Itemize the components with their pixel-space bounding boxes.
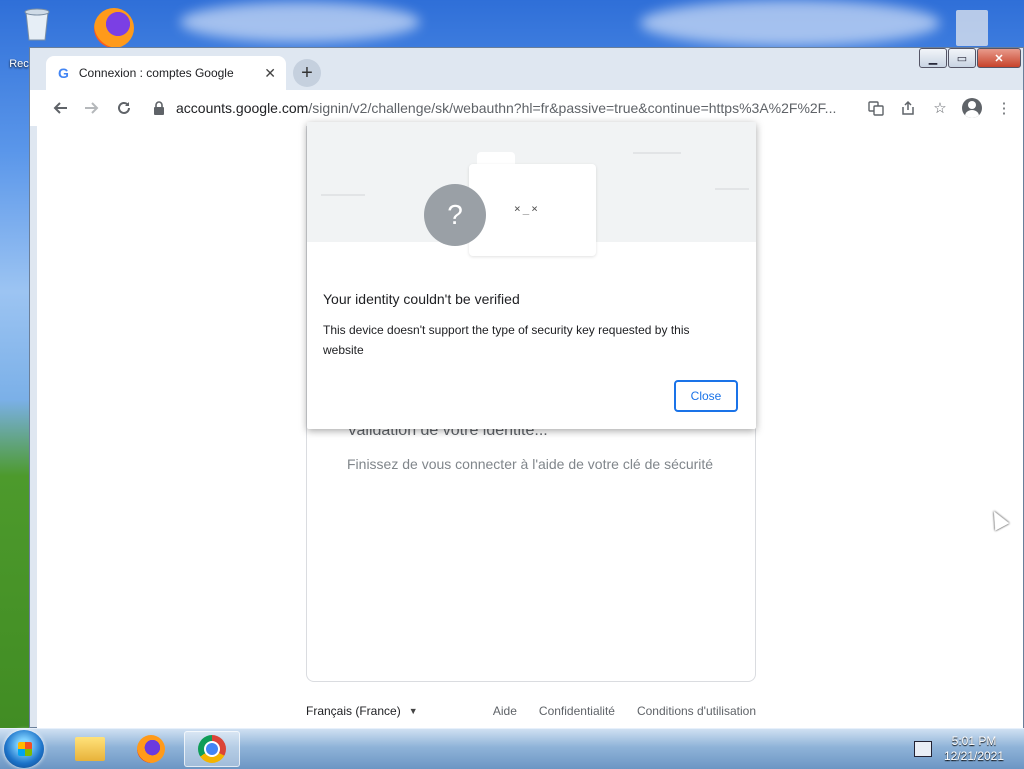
menu-kebab-icon[interactable]: ⋮ [988,93,1020,123]
share-icon[interactable] [892,93,924,123]
back-button[interactable] [44,92,76,124]
translate-icon[interactable] [860,93,892,123]
tab-title: Connexion : comptes Google [78,66,234,80]
recycle-bin-icon[interactable] [20,6,54,42]
avatar-icon [962,98,982,118]
new-tab-button[interactable]: + [293,59,321,87]
taskbar: 5:01 PM 12/21/2021 [0,728,1024,769]
illustration-dash [321,194,365,196]
tab-google-signin[interactable]: G Connexion : comptes Google ✕ [46,56,286,90]
maximize-button[interactable]: ▭ [948,48,976,68]
taskbar-chrome[interactable] [184,731,240,767]
url-host: accounts.google.com [176,100,309,116]
page-footer: Français (France) ▼ Aide Confidentialité… [306,704,756,718]
lock-icon[interactable] [152,101,166,115]
url-path: /signin/v2/challenge/sk/webauthn?hl=fr&p… [308,100,837,116]
terms-link[interactable]: Conditions d'utilisation [637,704,756,718]
address-bar[interactable]: accounts.google.com/signin/v2/challenge/… [144,93,852,123]
taskbar-firefox[interactable] [123,731,179,767]
firefox-desktop-icon[interactable] [94,8,134,48]
firefox-icon [137,735,165,763]
system-clock[interactable]: 5:01 PM 12/21/2021 [936,734,1012,764]
question-mark-icon: ? [424,184,486,246]
caret-down-icon: ▼ [408,706,418,716]
sky-cloud [180,2,420,42]
forward-button[interactable] [76,92,108,124]
minimize-button[interactable]: ▁ [919,48,947,68]
dialog-title: Your identity couldn't be verified [323,291,520,307]
document-desktop-icon[interactable] [956,10,988,46]
windows-logo-icon [18,742,32,756]
clock-date: 12/21/2021 [943,749,1005,763]
reload-button[interactable] [108,92,140,124]
toolbar-icons: ☆ ⋮ [860,93,1020,123]
language-label: Français (France) [306,704,401,718]
illustration-dash [633,152,681,154]
dialog-close-button[interactable]: Close [674,380,738,412]
page-subtext: Finissez de vous connecter à l'aide de v… [347,456,714,472]
arrow-left-icon [53,102,67,114]
url-text[interactable]: accounts.google.com/signin/v2/challenge/… [176,100,836,116]
chrome-window: ▁ ▭ ✕ G Connexion : comptes Google ✕ + a… [29,47,1024,728]
dialog-body: This device doesn't support the type of … [323,323,690,357]
arrow-right-icon [85,102,99,114]
google-g-icon: G [58,65,69,81]
sky-cloud [640,0,940,46]
folder-icon [75,737,105,761]
close-window-button[interactable]: ✕ [977,48,1021,68]
footer-links: Aide Confidentialité Conditions d'utilis… [493,704,756,718]
clock-time: 5:01 PM [951,734,997,748]
chrome-icon [198,735,226,763]
language-selector[interactable]: Français (France) ▼ [306,704,418,718]
browser-toolbar: accounts.google.com/signin/v2/challenge/… [30,90,1023,126]
close-tab-icon[interactable]: ✕ [264,65,276,82]
bookmark-star-icon[interactable]: ☆ [924,93,956,123]
help-link[interactable]: Aide [493,704,517,718]
privacy-link[interactable]: Confidentialité [539,704,615,718]
illustration-dash [715,188,749,190]
window-controls: ▁ ▭ ✕ [918,48,1021,68]
dialog-illustration: ×_× ? [307,122,756,256]
sad-face-glyph: ×_× [514,202,540,215]
profile-button[interactable] [956,93,988,123]
network-tray-icon[interactable] [914,741,932,757]
reload-icon [118,101,130,114]
webauthn-error-dialog: ×_× ? Your identity couldn't be verified… [307,122,756,429]
taskbar-explorer[interactable] [62,731,118,767]
start-button[interactable] [4,730,44,768]
